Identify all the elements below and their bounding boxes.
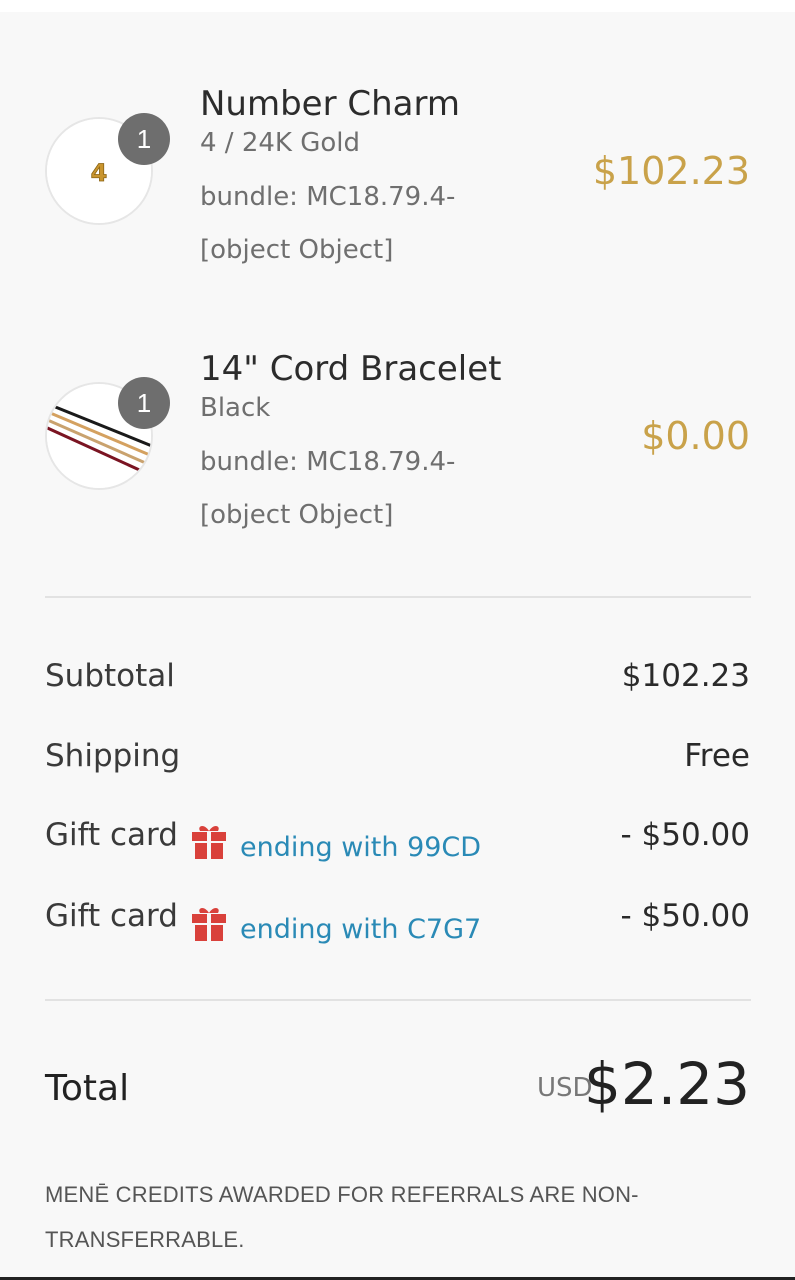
order-summary-panel: 4 1 Number Charm 4 / 24K Gold bundle: MC…	[0, 12, 795, 1277]
referral-credits-note: MENĒ CREDITS AWARDED FOR REFERRALS ARE N…	[45, 1182, 639, 1252]
shipping-label: Shipping	[45, 738, 181, 774]
gift-card-amount: - $50.00	[620, 898, 750, 934]
gift-card-code: ending with 99CD	[240, 832, 482, 863]
product-variant: 4 / 24K Gold	[200, 128, 361, 158]
quantity-badge: 1	[118, 377, 170, 429]
shipping-value: Free	[684, 738, 750, 774]
svg-text:4: 4	[91, 159, 108, 187]
gift-card-amount: - $50.00	[620, 817, 750, 853]
total-amount: $2.23	[583, 1050, 750, 1118]
subtotal-value: $102.23	[621, 658, 750, 694]
gift-icon	[190, 822, 228, 860]
product-bundle: bundle: MC18.79.4-[object Object]	[200, 447, 456, 530]
gift-card-code: ending with C7G7	[240, 914, 482, 945]
product-price: $102.23	[592, 149, 750, 193]
product-name: Number Charm	[200, 84, 461, 124]
divider	[45, 596, 751, 598]
product-bundle: bundle: MC18.79.4-[object Object]	[200, 182, 456, 265]
gift-card-label: Gift card	[45, 898, 178, 934]
product-variant: Black	[200, 393, 271, 423]
total-label: Total	[45, 1068, 130, 1109]
product-name: 14" Cord Bracelet	[200, 349, 502, 389]
gift-card-label: Gift card	[45, 817, 178, 853]
subtotal-label: Subtotal	[45, 658, 175, 694]
gift-icon	[190, 904, 228, 942]
product-price: $0.00	[641, 414, 750, 458]
quantity-badge: 1	[118, 113, 170, 165]
divider	[45, 999, 751, 1001]
